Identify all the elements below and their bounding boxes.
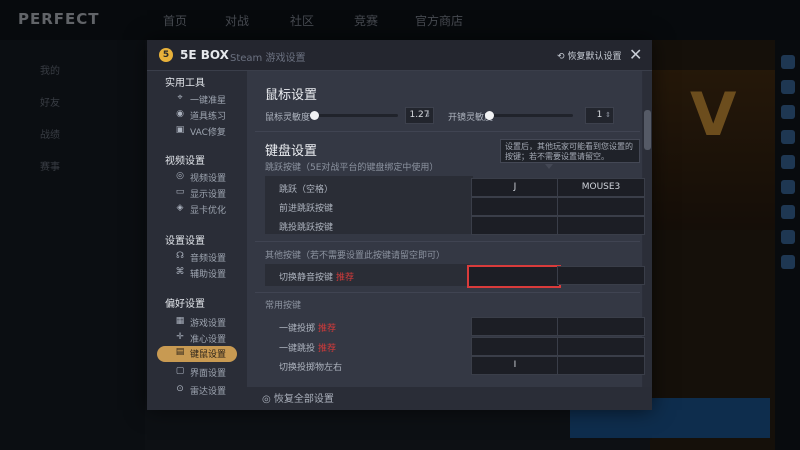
eye-icon: ◈	[176, 203, 184, 213]
other-keys-note: 其他按键（若不需要设置此按键请留空即可）	[265, 251, 446, 261]
scroll-thumb[interactable]	[644, 110, 651, 150]
key-binding-field[interactable]	[471, 337, 559, 356]
reset-defaults-label: 恢复默认设置	[567, 52, 622, 62]
monitor-icon: ▭	[175, 187, 185, 197]
reset-icon: ⟲	[557, 52, 565, 62]
section-divider	[255, 292, 640, 293]
mouse-sensitivity-label: 鼠标灵敏度	[265, 113, 311, 123]
sidebar-item-display[interactable]: ▭ 显示设置	[174, 187, 244, 201]
sidebar-section-title: 视频设置	[165, 156, 205, 167]
key-row-label: 一键投掷	[279, 324, 316, 334]
key-binding-field[interactable]	[557, 197, 645, 216]
key-row-label: 切换投掷物左右	[279, 363, 343, 373]
sidebar-item-assist[interactable]: ⌘ 辅助设置	[174, 267, 244, 281]
recommended-mark: 推荐	[336, 273, 355, 283]
sidebar-item-label: 界面设置	[190, 369, 227, 379]
sidebar-item-crosshair-settings[interactable]: ✛ 准心设置	[174, 332, 244, 346]
stepper-icon[interactable]: ⇕	[425, 108, 431, 123]
sidebar-section-title: 设置设置	[165, 236, 205, 247]
reset-defaults-button[interactable]: ⟲ 恢复默认设置	[557, 49, 622, 62]
mouse-sensitivity-thumb[interactable]	[310, 111, 319, 120]
key-binding-field[interactable]: J	[471, 178, 559, 197]
key-row-label: 切换静音按键	[279, 273, 334, 283]
sidebar-item-audio[interactable]: ☊ 音频设置	[174, 251, 244, 265]
grenade-icon: ◉	[176, 109, 184, 119]
dialog-title: 5E BOX	[180, 48, 229, 62]
mouse-sensitivity-slider[interactable]	[310, 114, 398, 117]
vac-icon: ▣	[175, 125, 185, 135]
key-row-label: 一键跳投	[279, 344, 316, 354]
section-divider	[255, 131, 640, 132]
key-binding-field[interactable]: I	[471, 356, 559, 375]
zoom-sensitivity-value: 1	[596, 110, 603, 120]
zoom-sensitivity-input[interactable]: 1 ⇕	[585, 107, 614, 124]
key-binding-field[interactable]	[557, 317, 645, 336]
sidebar-item-vac[interactable]: ▣ VAC修复	[174, 125, 244, 139]
sidebar-item-label: 显卡优化	[190, 206, 227, 216]
key-binding-field[interactable]	[557, 266, 645, 285]
section-divider	[255, 241, 640, 242]
sidebar-item-label: 音频设置	[190, 254, 227, 264]
sidebar-item-radar[interactable]: ⊙ 雷达设置	[174, 384, 244, 398]
crosshair-icon: ⌖	[177, 93, 183, 103]
zoom-sensitivity-thumb[interactable]	[485, 111, 494, 120]
sidebar-item-label: 雷达设置	[190, 387, 227, 397]
sidebar-item-label: 游戏设置	[190, 319, 227, 329]
sidebar-item-hud[interactable]: ▢ 界面设置	[174, 366, 244, 380]
sidebar-item-crosshair[interactable]: ⌖ 一键准星	[174, 93, 244, 107]
key-row-label: 跳跃（空格）	[279, 185, 334, 195]
sidebar-item-label: 键鼠设置	[190, 350, 227, 360]
recommended-mark: 推荐	[318, 324, 337, 334]
sidebar-section-title: 偏好设置	[165, 299, 205, 310]
key-binding-field[interactable]	[471, 317, 559, 336]
tooltip: 设置后，其他玩家可能看到您设置的按键；若不需要设置请留空。	[500, 139, 640, 163]
mouse-settings-title: 鼠标设置	[265, 88, 318, 103]
audio-icon: ☊	[176, 251, 184, 261]
sidebar-item-video[interactable]: ◎ 视频设置	[174, 171, 244, 185]
sidebar-item-game[interactable]: ▦ 游戏设置	[174, 316, 244, 330]
jump-keys-note: 跳跃按键（5E对战平台的键盘绑定中使用）	[265, 163, 439, 173]
crosshair2-icon: ✛	[176, 332, 184, 342]
key-binding-field[interactable]	[557, 356, 645, 375]
sidebar-section-title: 实用工具	[165, 78, 205, 89]
sidebar-item-grenade[interactable]: ◉ 道具练习	[174, 109, 244, 123]
tooltip-arrow	[545, 164, 553, 169]
close-icon[interactable]: ✕	[629, 45, 642, 64]
game-icon: ▦	[175, 316, 185, 326]
common-keys-title: 常用按键	[265, 301, 302, 311]
stepper-icon[interactable]: ⇕	[605, 108, 611, 123]
key-row-label: 跳投跳跃按键	[279, 223, 334, 233]
sidebar-item-gpu[interactable]: ◈ 显卡优化	[174, 203, 244, 217]
key-binding-field[interactable]	[557, 337, 645, 356]
5e-logo-icon: 5	[159, 48, 173, 62]
key-binding-field[interactable]	[471, 197, 559, 216]
sidebar-item-label: 准心设置	[190, 335, 227, 345]
key-binding-field[interactable]: MOUSE3	[557, 178, 645, 197]
key-row-label: 前进跳跃按键	[279, 204, 334, 214]
sidebar-item-keyboard[interactable]: ▤ 键鼠设置	[157, 346, 237, 362]
dialog-titlebar: 5 5E BOX Steam 游戏设置 ⟲ 恢复默认设置 ✕	[147, 40, 652, 71]
recommended-mark: 推荐	[318, 344, 337, 354]
sidebar-item-label: 显示设置	[190, 190, 227, 200]
key-binding-field[interactable]	[471, 216, 559, 235]
dialog-subtitle: Steam 游戏设置	[230, 53, 306, 64]
zoom-sensitivity-slider[interactable]	[485, 114, 573, 117]
hud-icon: ▢	[175, 366, 185, 376]
restore-all-button[interactable]: ◎ 恢复全部设置	[262, 390, 334, 405]
sidebar-item-label: 辅助设置	[190, 270, 227, 280]
sidebar-item-label: 视频设置	[190, 174, 227, 184]
key-binding-field[interactable]	[557, 216, 645, 235]
keyboard-icon: ▤	[175, 347, 185, 357]
sidebar-item-label: 道具练习	[190, 112, 227, 122]
display-icon: ◎	[176, 171, 184, 181]
key-binding-field-selected[interactable]	[467, 265, 561, 288]
sidebar-item-label: VAC修复	[190, 128, 226, 138]
gamepad-icon: ⌘	[175, 267, 185, 277]
radar-icon: ⊙	[176, 384, 184, 394]
keyboard-settings-title: 键盘设置	[265, 144, 318, 159]
mouse-sensitivity-input[interactable]: 1.27 ⇕	[405, 107, 434, 124]
sidebar-item-label: 一键准星	[190, 96, 227, 106]
